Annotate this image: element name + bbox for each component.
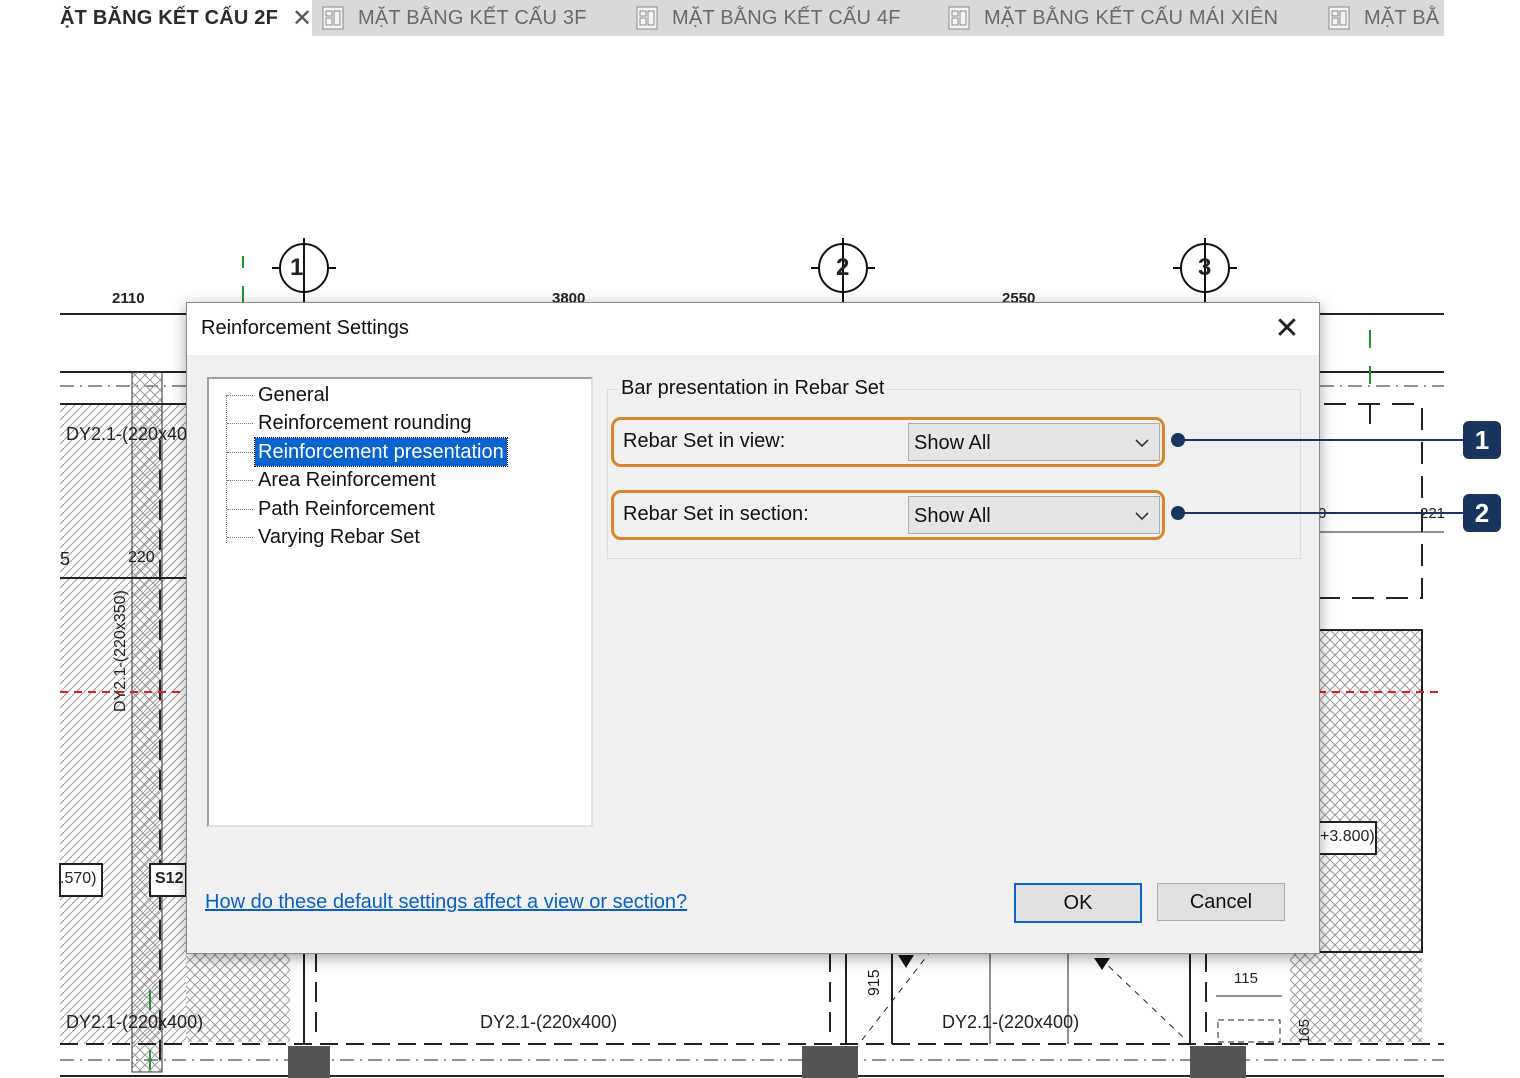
callout-badge-2: 2 <box>1463 494 1501 532</box>
rebar-set-in-view-dropdown[interactable]: Show All <box>908 423 1160 461</box>
tab-label: ẶT BĂNG KẾT CẤU 2F <box>60 6 279 29</box>
grid-label-1: 1 <box>290 254 304 281</box>
floor-plan-view-icon <box>1328 6 1350 30</box>
rebar-set-in-section-label: Rebar Set in section: <box>623 503 809 525</box>
tab-mat-bang-ket-cau-2f[interactable]: ẶT BĂNG KẾT CẤU 2F ✕ <box>60 0 312 36</box>
tree-item-label: Area Reinforcement <box>258 469 436 491</box>
dropdown-value: Show All <box>914 505 991 527</box>
grid-label-2: 2 <box>836 254 850 281</box>
tree-item-label: Path Reinforcement <box>258 498 435 520</box>
callout-badge-1: 1 <box>1463 421 1501 459</box>
beam-label-bottom-mid: DY2.1-(220x400) <box>480 1012 618 1032</box>
settings-category-tree: General Reinforcement rounding Reinforce… <box>207 377 593 827</box>
tree-item-label: Reinforcement presentation <box>258 441 504 463</box>
view-tab-bar: ẶT BĂNG KẾT CẤU 2F ✕ MẶT BẰNG KẾT CẤU 3F… <box>60 0 1444 36</box>
rebar-set-in-section-row: Rebar Set in section: Show All <box>611 490 1165 540</box>
tree-item-reinforcement-rounding[interactable]: Reinforcement rounding <box>227 409 474 437</box>
tree-connector-line <box>226 395 227 543</box>
callout-1-line <box>1178 439 1464 441</box>
grid-bubble-1-shape <box>272 238 336 302</box>
tree-item-area-reinforcement[interactable]: Area Reinforcement <box>227 466 439 494</box>
groupbox-title: Bar presentation in Rebar Set <box>619 377 887 400</box>
cancel-button[interactable]: Cancel <box>1157 883 1285 921</box>
dimension-2110: 2110 <box>112 290 145 307</box>
dialog-title: Reinforcement Settings <box>201 317 409 339</box>
floor-plan-view-icon <box>948 6 970 30</box>
tab-label: MẶT BẰNG KẾT CẤU MÁI XIÊN <box>984 6 1279 29</box>
tab-mat-bang-truncated[interactable]: MẶT BẰ <box>1318 0 1440 36</box>
help-link[interactable]: How do these default settings affect a v… <box>205 891 687 914</box>
callout-2-line <box>1178 512 1464 514</box>
rebar-set-in-view-row: Rebar Set in view: Show All <box>611 417 1165 467</box>
beam-label-top-left: DY2.1-(220x40 <box>66 424 188 444</box>
tab-label: MẶT BẰNG KẾT CẤU 3F <box>358 6 587 29</box>
tree-item-reinforcement-presentation[interactable]: Reinforcement presentation <box>227 437 508 467</box>
beam-label-bottom-right: DY2.1-(220x400) <box>942 1012 1080 1032</box>
tree-item-general[interactable]: General <box>227 381 332 409</box>
grid-label-3: 3 <box>1198 254 1212 281</box>
dialog-close-icon[interactable]: ✕ <box>1269 311 1305 347</box>
tab-label: MẶT BẰ <box>1364 6 1440 29</box>
rebar-set-in-section-dropdown[interactable]: Show All <box>908 496 1160 534</box>
dim-label-915: 915 <box>866 969 883 996</box>
level-tag-left: .570) <box>60 870 97 887</box>
tree-item-label: Reinforcement rounding <box>258 412 472 434</box>
tree-item-label: General <box>258 384 330 406</box>
dialog-title-bar[interactable]: Reinforcement Settings ✕ <box>187 303 1319 355</box>
level-tag-right: +3.800) <box>1320 828 1375 845</box>
dim-label-165: 165 <box>1296 1018 1313 1044</box>
tree-item-label: Varying Rebar Set <box>258 526 420 548</box>
dropdown-value: Show All <box>914 432 991 454</box>
tree-item-varying-rebar-set[interactable]: Varying Rebar Set <box>227 523 423 551</box>
dim-label-5: 5 <box>60 549 71 569</box>
dim-label-220: 220 <box>128 549 155 566</box>
slab-tag: S12 <box>155 870 184 887</box>
tab-mat-bang-ket-cau-4f[interactable]: MẶT BẰNG KẾT CẤU 4F <box>626 0 901 36</box>
tab-mat-bang-ket-cau-3f[interactable]: MẶT BẰNG KẾT CẤU 3F <box>312 0 587 36</box>
chevron-down-icon <box>1135 512 1149 521</box>
ok-button[interactable]: OK <box>1014 883 1142 923</box>
floor-plan-view-icon <box>636 6 658 30</box>
dim-label-115: 115 <box>1234 970 1258 987</box>
beam-label-bottom-left: DY2.1-(220x400) <box>66 1012 204 1032</box>
tab-close-icon[interactable]: ✕ <box>292 4 312 33</box>
rebar-set-in-view-label: Rebar Set in view: <box>623 430 786 452</box>
reinforcement-settings-dialog: Reinforcement Settings ✕ General Reinfor… <box>186 302 1320 954</box>
tab-label: MẶT BẰNG KẾT CẤU 4F <box>672 6 901 29</box>
tab-mat-bang-ket-cau-mai-xien[interactable]: MẶT BẰNG KẾT CẤU MÁI XIÊN <box>938 0 1279 36</box>
beam-label-vertical: DY2.1-(220x350) <box>112 590 129 712</box>
chevron-down-icon <box>1135 439 1149 448</box>
floor-plan-view-icon <box>322 6 344 30</box>
tree-item-path-reinforcement[interactable]: Path Reinforcement <box>227 495 438 523</box>
